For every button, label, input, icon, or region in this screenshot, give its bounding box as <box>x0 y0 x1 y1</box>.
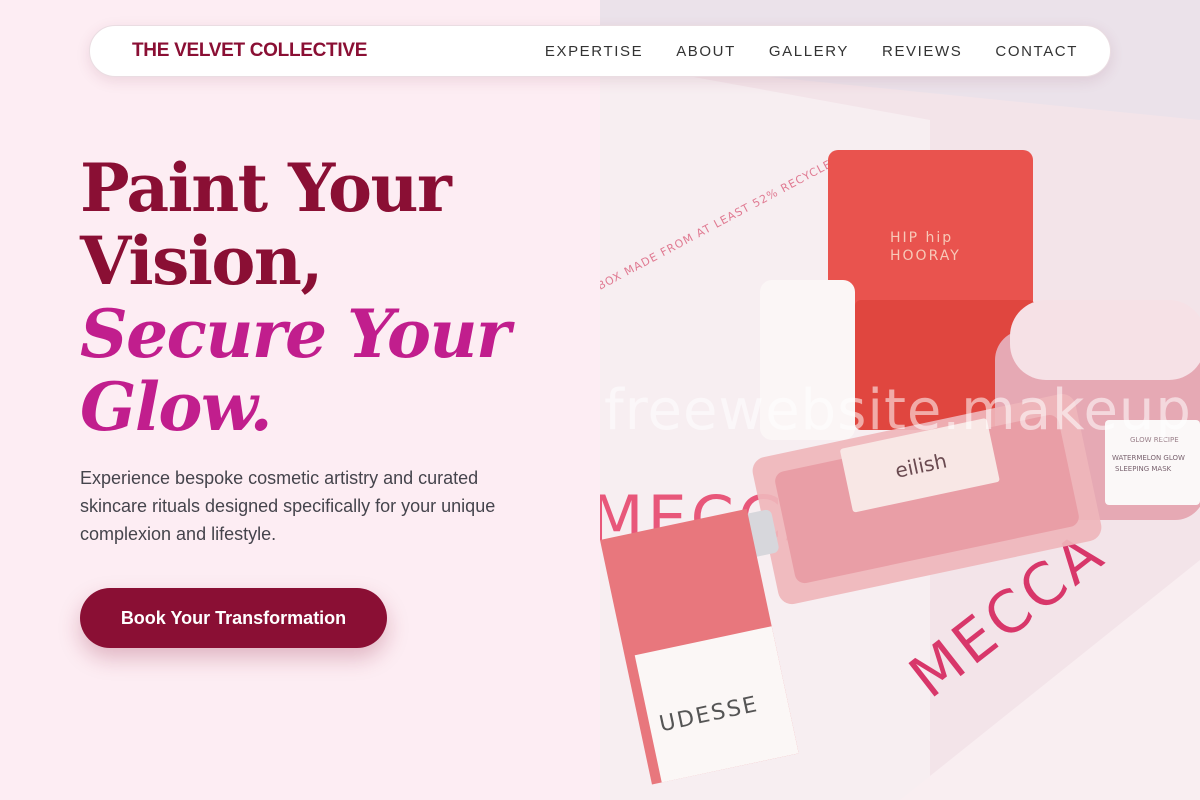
headline-line-4: Glow. <box>80 368 273 446</box>
headline-line-2: Vision, <box>80 222 323 300</box>
headline-line-1: Paint Your <box>80 149 452 227</box>
headline-line-3: Secure Your <box>80 295 511 373</box>
jar-label-2: WATERMELON GLOW <box>1112 454 1185 462</box>
nav-link-about[interactable]: ABOUT <box>676 43 736 60</box>
book-transformation-button[interactable]: Book Your Transformation <box>80 588 387 648</box>
jar-label-3: SLEEPING MASK <box>1115 465 1172 473</box>
hero-headline: Paint Your Vision, Secure Your Glow. <box>80 152 560 444</box>
image-watermark: freewebsite.makeup <box>604 378 1192 443</box>
top-navbar: THE VELVET COLLECTIVE EXPERTISE ABOUT GA… <box>89 25 1111 77</box>
red-box-label-1: HIP hip <box>890 230 953 246</box>
brand-logo-link[interactable]: THE VELVET COLLECTIVE <box>132 40 367 62</box>
nav-link-expertise[interactable]: EXPERTISE <box>545 43 643 60</box>
nav-links: EXPERTISE ABOUT GALLERY REVIEWS CONTACT <box>545 43 1078 60</box>
red-box-label-2: HOORAY <box>890 248 961 264</box>
nav-link-reviews[interactable]: REVIEWS <box>882 43 962 60</box>
nav-link-gallery[interactable]: GALLERY <box>769 43 849 60</box>
hero-subtext: Experience bespoke cosmetic artistry and… <box>80 468 496 544</box>
nav-link-contact[interactable]: CONTACT <box>995 43 1078 60</box>
hero-product-image: BOX MADE FROM AT LEAST 52% RECYCLED MECC… <box>600 0 1200 800</box>
